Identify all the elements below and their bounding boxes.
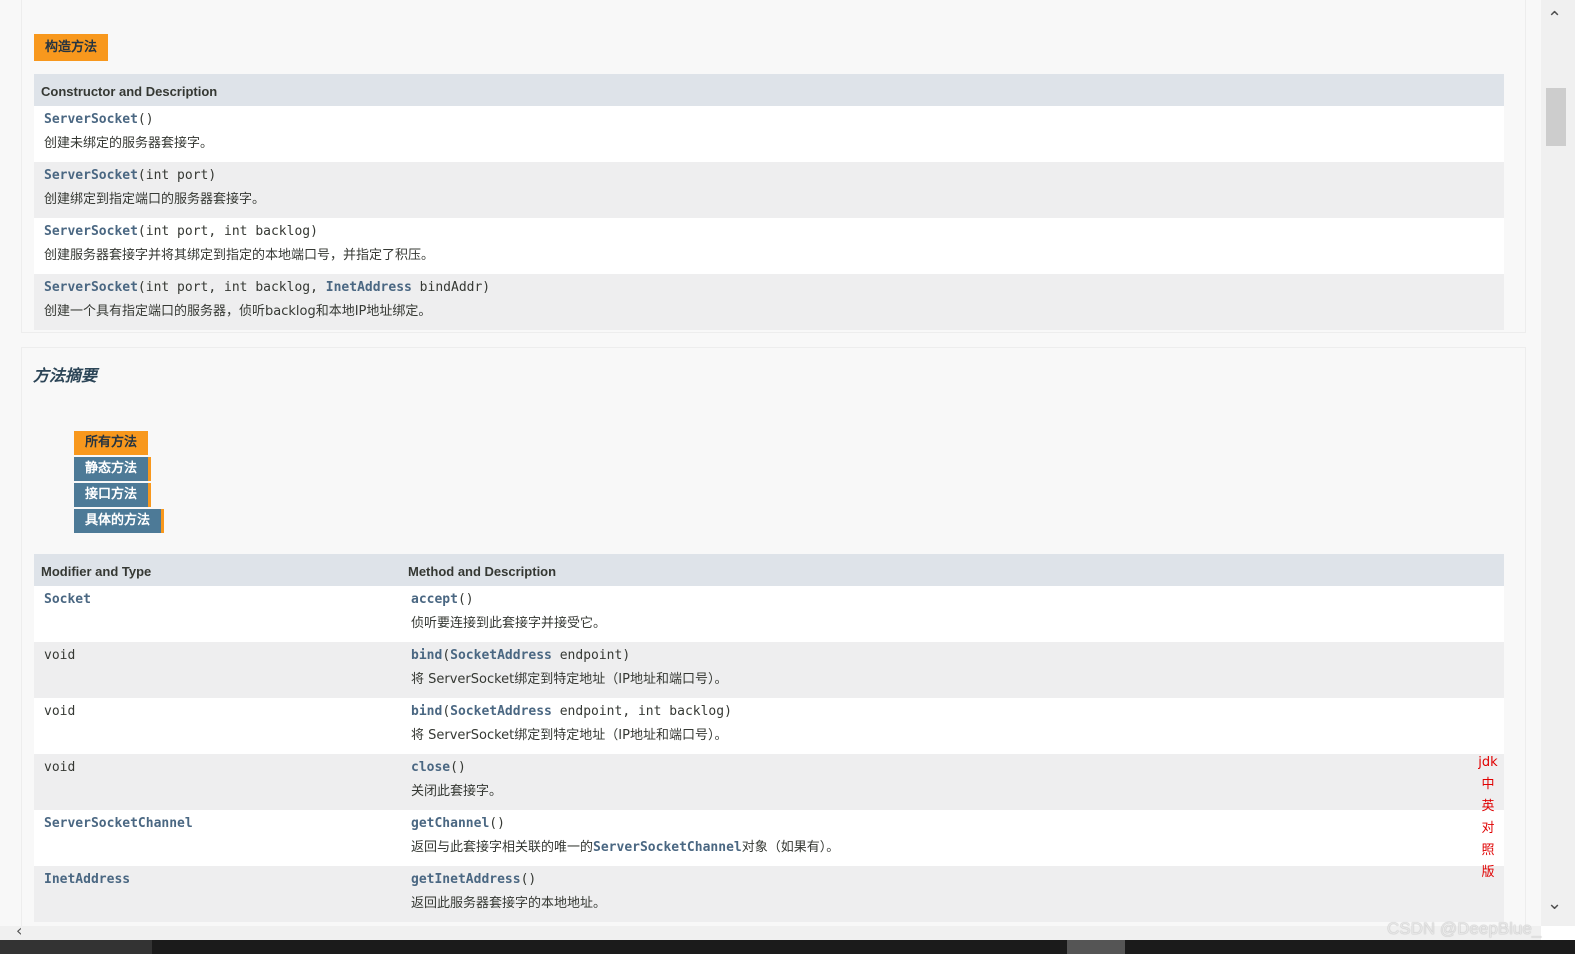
tab-concrete-methods[interactable]: 具体的方法	[74, 509, 165, 533]
method-desc-header: Method and Description	[401, 554, 1504, 586]
method-link[interactable]: getChannel	[411, 816, 489, 831]
vertical-scrollbar[interactable]: ⌃ ⌄	[1541, 0, 1575, 926]
constructor-link[interactable]: ServerSocket	[44, 280, 138, 295]
method-link[interactable]: accept	[411, 592, 458, 607]
constructor-table-header: Constructor and Description	[34, 74, 1504, 106]
return-type-link[interactable]: Socket	[44, 592, 91, 607]
return-type: void	[44, 704, 76, 719]
table-row: ServerSocket(int port, int backlog) 创建服务…	[34, 218, 1504, 274]
method-desc: 将 ServerSocket绑定到特定地址（IP地址和端口号）。	[411, 728, 728, 743]
side-link-text: 照	[1481, 843, 1495, 858]
method-table: Modifier and Type Method and Description…	[34, 554, 1504, 922]
modifier-type-header: Modifier and Type	[34, 554, 401, 586]
method-desc: 返回此服务器套接字的本地地址。	[411, 896, 607, 911]
side-link-text: 英	[1481, 799, 1495, 814]
tab-static-methods[interactable]: 静态方法	[74, 457, 152, 481]
constructor-link[interactable]: ServerSocket	[44, 168, 138, 183]
constructor-desc: 创建绑定到指定端口的服务器套接字。	[44, 192, 266, 207]
taskbar-segment	[0, 940, 152, 954]
method-link[interactable]: bind	[411, 648, 442, 663]
desc-type-link[interactable]: ServerSocketChannel	[593, 840, 742, 855]
tab-all-methods[interactable]: 所有方法	[74, 431, 149, 455]
return-type-link[interactable]: ServerSocketChannel	[44, 816, 193, 831]
table-row: void close() 关闭此套接字。	[34, 754, 1504, 810]
table-row: ServerSocket() 创建未绑定的服务器套接字。	[34, 106, 1504, 162]
method-link[interactable]: close	[411, 760, 450, 775]
side-link-text: 中	[1481, 777, 1495, 792]
constructor-params: ()	[137, 112, 154, 127]
constructor-desc: 创建未绑定的服务器套接字。	[44, 136, 214, 151]
watermark: CSDN @DeepBlue_	[1387, 919, 1542, 938]
taskbar-segment	[1067, 940, 1125, 954]
side-link-text: 对	[1481, 821, 1495, 836]
method-params: ()	[520, 872, 537, 887]
constructor-params: bindAddr)	[411, 280, 491, 295]
tab-label: 静态方法	[85, 461, 138, 476]
constructor-table: Constructor and Description ServerSocket…	[34, 74, 1504, 330]
vertical-scroll-thumb[interactable]	[1546, 88, 1566, 146]
side-link-text: jdk	[1478, 755, 1498, 770]
constructor-caption-tab: 构造方法	[34, 34, 109, 61]
method-params: (	[442, 648, 451, 663]
tab-label: 具体的方法	[85, 513, 151, 528]
param-type-link[interactable]: SocketAddress	[450, 704, 552, 719]
method-params: (	[442, 704, 451, 719]
tab-label: 所有方法	[85, 435, 138, 450]
constructor-desc: 创建服务器套接字并将其绑定到指定的本地端口号，并指定了积压。	[44, 248, 435, 263]
table-row: ServerSocket(int port, int backlog, Inet…	[34, 274, 1504, 330]
constructor-desc: 创建一个具有指定端口的服务器，侦听backlog和本地IP地址绑定。	[44, 304, 432, 319]
constructor-summary-block: 构造方法 Constructor and Description ServerS…	[21, 0, 1526, 333]
side-link-text: 版	[1481, 865, 1495, 880]
constructor-params: (int port, int backlog)	[137, 224, 318, 239]
method-params: ()	[450, 760, 466, 775]
method-desc: 侦听要连接到此套接字并接受它。	[411, 616, 607, 631]
tab-interface-methods[interactable]: 接口方法	[74, 483, 152, 507]
method-desc: 关闭此套接字。	[411, 784, 503, 799]
jdk-bilingual-link[interactable]: jdk 中 英 对 照 版	[1477, 752, 1499, 884]
scroll-down-icon[interactable]: ⌄	[1547, 893, 1562, 914]
method-desc-text: 返回与此套接字相关联的唯一的	[411, 840, 594, 855]
table-row: void bind(SocketAddress endpoint, int ba…	[34, 698, 1504, 754]
method-summary-block: 方法摘要 所有方法 静态方法 接口方法 具体的方法 Modifier and T…	[21, 347, 1526, 926]
scroll-left-icon[interactable]: ‹	[16, 921, 22, 940]
method-summary-title: 方法摘要	[33, 366, 98, 385]
return-type: void	[44, 760, 76, 775]
table-row: Socket accept() 侦听要连接到此套接字并接受它。	[34, 586, 1504, 642]
constructor-params: (int port)	[137, 168, 217, 183]
method-desc: 返回与此套接字相关联的唯一的ServerSocketChannel对象（如果有）…	[411, 836, 1504, 855]
method-params: endpoint)	[551, 648, 631, 663]
constructor-link[interactable]: ServerSocket	[44, 224, 138, 239]
constructor-params: (int port, int backlog,	[137, 280, 326, 295]
tab-label: 接口方法	[85, 487, 138, 502]
table-row: ServerSocket(int port) 创建绑定到指定端口的服务器套接字。	[34, 162, 1504, 218]
param-type-link[interactable]: InetAddress	[326, 280, 412, 295]
method-params: ()	[489, 816, 505, 831]
scroll-up-icon[interactable]: ⌃	[1547, 8, 1562, 29]
return-type: void	[44, 648, 76, 663]
method-link[interactable]: bind	[411, 704, 442, 719]
method-params: ()	[457, 592, 474, 607]
constructor-link[interactable]: ServerSocket	[44, 112, 138, 127]
method-desc-text: 对象（如果有）。	[741, 840, 840, 855]
table-row: InetAddress getInetAddress() 返回此服务器套接字的本…	[34, 866, 1504, 922]
table-row: ServerSocketChannel getChannel() 返回与此套接字…	[34, 810, 1504, 866]
method-link[interactable]: getInetAddress	[411, 872, 521, 887]
javadoc-page: 构造方法 Constructor and Description ServerS…	[0, 0, 1541, 926]
method-params: endpoint, int backlog)	[551, 704, 732, 719]
table-row: void bind(SocketAddress endpoint) 将 Serv…	[34, 642, 1504, 698]
method-desc: 将 ServerSocket绑定到特定地址（IP地址和端口号）。	[411, 672, 728, 687]
param-type-link[interactable]: SocketAddress	[450, 648, 552, 663]
return-type-link[interactable]: InetAddress	[44, 872, 130, 887]
bottom-taskbar	[0, 940, 1575, 954]
